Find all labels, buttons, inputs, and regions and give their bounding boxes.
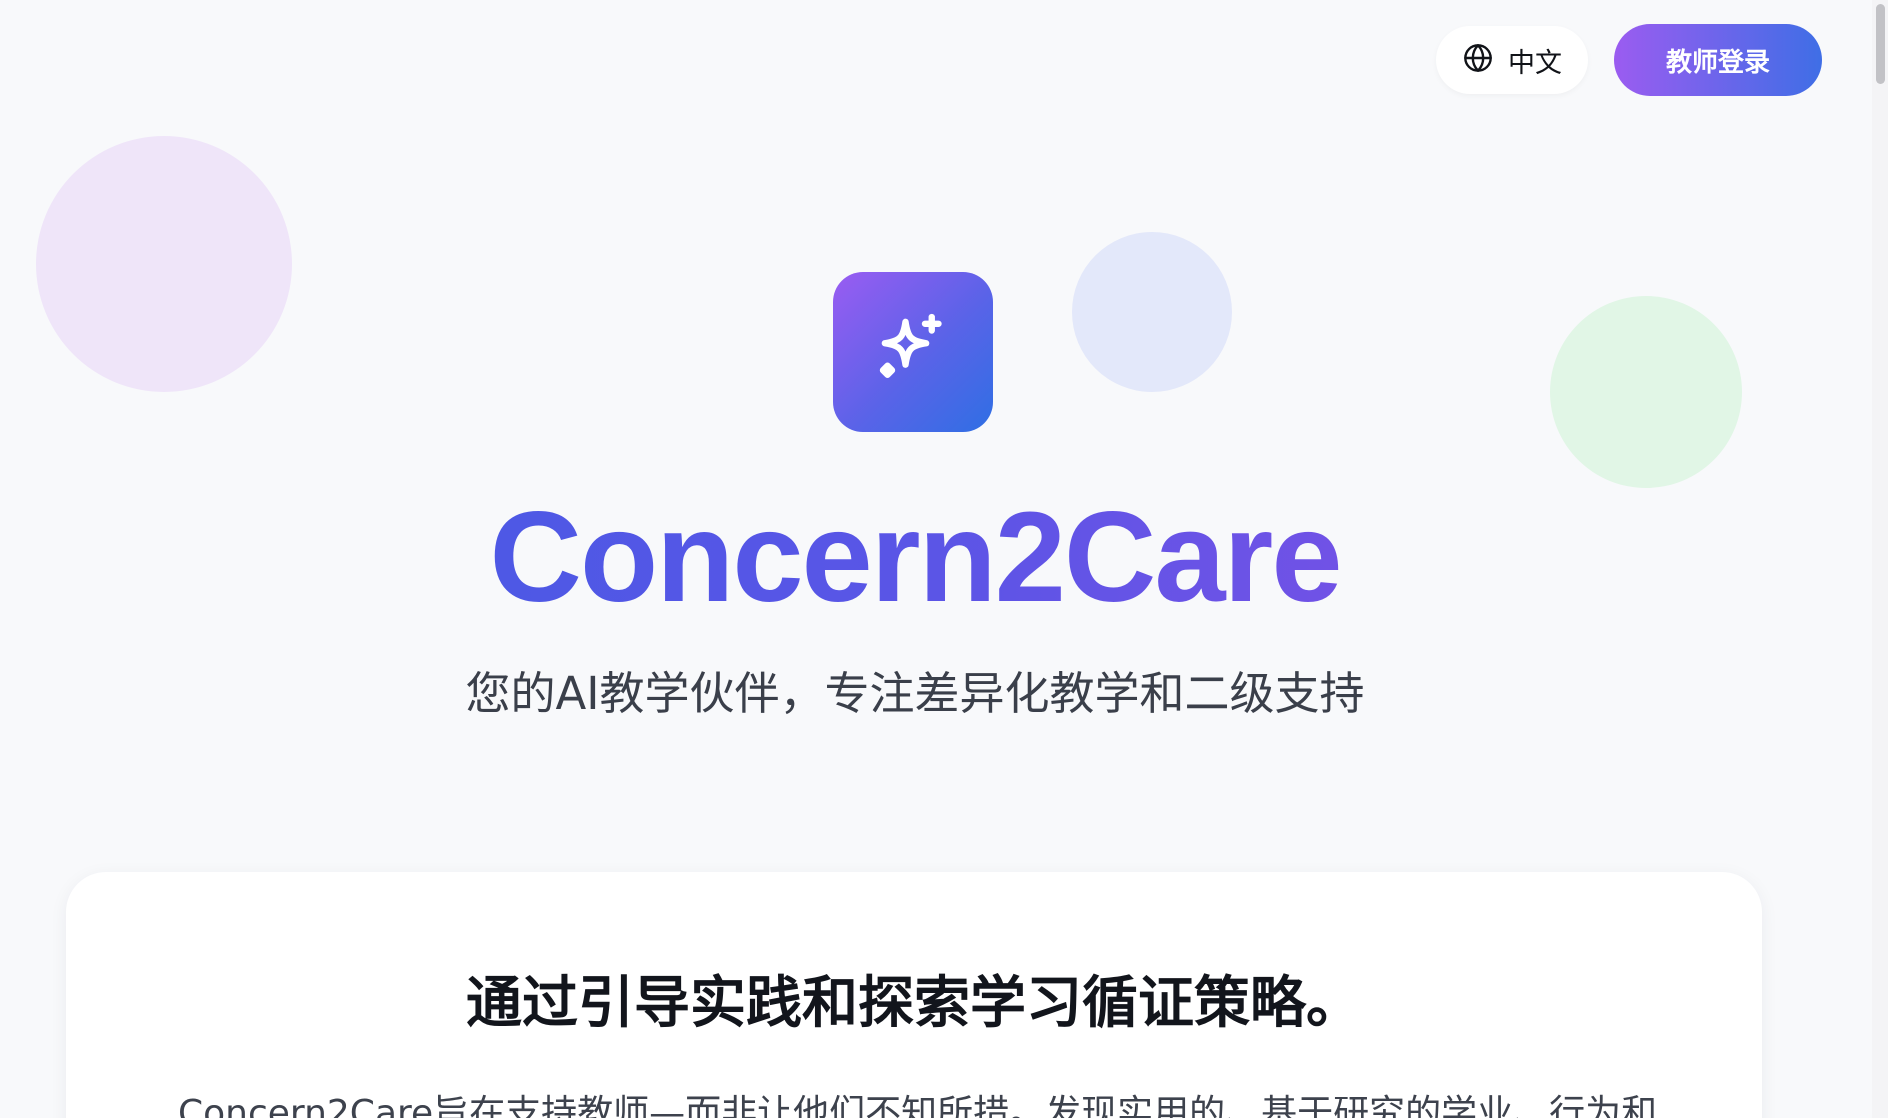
hero-tagline: 您的AI教学伙伴，专注差异化教学和二级支持: [465, 667, 1365, 720]
globe-icon: [1462, 42, 1494, 78]
decorative-circle-blue: [1072, 232, 1232, 392]
intro-card-heading: 通过引导实践和探索学习循证策略。: [466, 971, 1362, 1036]
intro-card-body: Concern2Care旨在支持教师—而非让他们不知所措。发现实用的、基于研究的…: [178, 1093, 1658, 1118]
decorative-circle-purple: [36, 136, 292, 392]
sparkles-icon: [868, 305, 958, 399]
language-label: 中文: [1508, 47, 1562, 79]
decorative-circle-green: [1550, 296, 1742, 488]
intro-card: 通过引导实践和探索学习循证策略。 Concern2Care旨在支持教师—而非让他…: [66, 872, 1762, 1118]
page-scrollbar[interactable]: [1872, 0, 1888, 1118]
app-logo: [833, 272, 993, 432]
language-toggle-button[interactable]: 中文: [1436, 26, 1588, 94]
teacher-login-button[interactable]: 教师登录: [1614, 24, 1822, 96]
brand-title: Concern2Care: [0, 488, 1830, 628]
scrollbar-thumb[interactable]: [1876, 4, 1885, 84]
landing-page: 中文 教师登录 Concern2Care 您的AI教学伙伴，专注差异化教学和二级…: [0, 0, 1888, 1118]
